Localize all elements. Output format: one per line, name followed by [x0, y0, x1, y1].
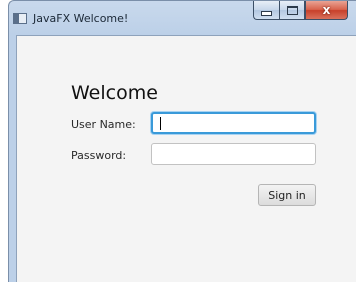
password-label: Password:	[71, 149, 127, 162]
close-icon: x	[322, 3, 331, 17]
welcome-heading: Welcome	[71, 82, 158, 104]
title-bar[interactable]: JavaFX Welcome! x	[9, 1, 356, 35]
caption-buttons: x	[253, 1, 348, 20]
app-window: JavaFX Welcome! x Welcome User Name: Pas…	[8, 0, 356, 282]
maximize-icon	[286, 5, 298, 15]
username-field[interactable]	[151, 112, 316, 134]
close-button[interactable]: x	[305, 1, 348, 20]
sign-in-button[interactable]: Sign in	[258, 184, 316, 206]
app-icon[interactable]	[13, 13, 27, 24]
password-field[interactable]	[151, 143, 316, 165]
text-caret	[160, 117, 161, 130]
username-label: User Name:	[71, 118, 136, 131]
minimize-button[interactable]	[253, 1, 279, 20]
minimize-icon	[261, 10, 272, 16]
content-pane: Welcome User Name: Password: Sign in	[16, 35, 356, 282]
window-title: JavaFX Welcome!	[33, 12, 129, 25]
maximize-button[interactable]	[279, 1, 305, 20]
